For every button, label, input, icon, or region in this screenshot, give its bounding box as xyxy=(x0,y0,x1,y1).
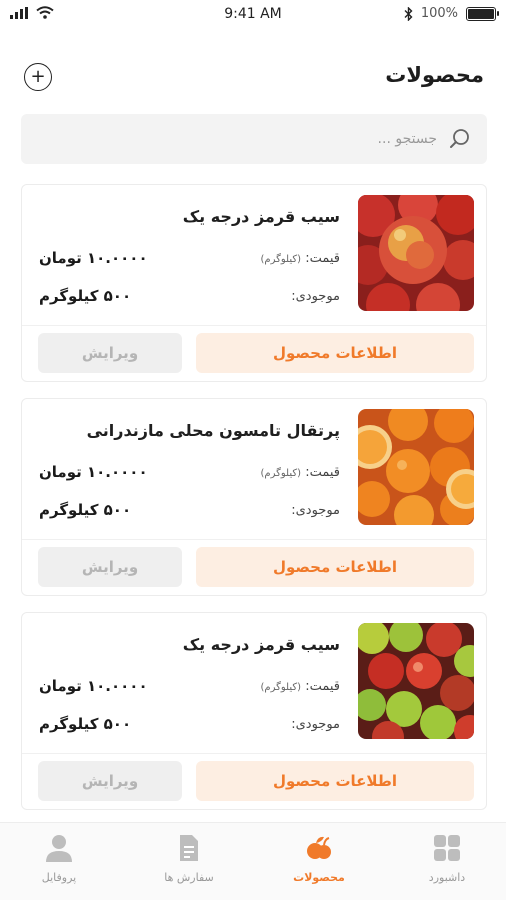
product-info-button[interactable]: اطلاعات محصول xyxy=(196,761,474,801)
bottom-nav: داشبورد محصولات سفارش ها پروفایل xyxy=(0,822,506,900)
card-divider xyxy=(22,753,486,754)
price-label: قیمت: (کیلوگرم) xyxy=(261,251,340,266)
document-icon xyxy=(180,835,198,861)
price-unit: (کیلوگرم) xyxy=(260,468,302,479)
edit-button[interactable]: ویرایش xyxy=(38,547,182,587)
card-divider xyxy=(22,325,486,326)
product-card: سیب قرمز درجه یک قیمت: (کیلوگرم) ۱۰.۰۰۰۰… xyxy=(21,612,487,810)
user-icon xyxy=(46,835,72,862)
product-info-button[interactable]: اطلاعات محصول xyxy=(196,333,474,373)
product-name: پرتقال تامسون محلی مازندرانی xyxy=(86,421,340,440)
price-value: ۱۰.۰۰۰۰ تومان xyxy=(39,249,148,267)
fruit-icon xyxy=(307,836,331,859)
stock-value: ۵۰۰ کیلوگرم xyxy=(39,287,132,305)
price-value: ۱۰.۰۰۰۰ تومان xyxy=(39,463,148,481)
stock-label: موجودی: xyxy=(291,717,340,732)
stock-value: ۵۰۰ کیلوگرم xyxy=(39,501,132,519)
price-value: ۱۰.۰۰۰۰ تومان xyxy=(39,677,148,695)
red-apples-image xyxy=(358,195,474,311)
product-info-button[interactable]: اطلاعات محصول xyxy=(196,547,474,587)
nav-label-dashboard: داشبورد xyxy=(428,871,466,884)
product-name: سیب قرمز درجه یک xyxy=(182,207,340,226)
price-label-text: قیمت: xyxy=(305,251,340,266)
price-unit: (کیلوگرم) xyxy=(260,682,302,693)
price-label-text: قیمت: xyxy=(305,465,340,480)
nav-item-products[interactable]: محصولات xyxy=(274,833,364,884)
price-unit: (کیلوگرم) xyxy=(260,254,302,265)
status-right: 100% xyxy=(404,6,499,21)
bluetooth-icon xyxy=(404,6,413,21)
header: + محصولات xyxy=(22,55,484,99)
search-bar xyxy=(21,114,487,164)
price-label: قیمت: (کیلوگرم) xyxy=(261,465,340,480)
product-card: سیب قرمز درجه یک قیمت: (کیلوگرم) ۱۰.۰۰۰۰… xyxy=(21,184,487,382)
product-name: سیب قرمز درجه یک xyxy=(182,635,340,654)
edit-button[interactable]: ویرایش xyxy=(38,761,182,801)
nav-item-orders[interactable]: سفارش ها xyxy=(144,833,234,884)
nav-label-profile: پروفایل xyxy=(41,871,77,884)
search-icon[interactable] xyxy=(449,128,471,150)
search-input[interactable] xyxy=(57,114,437,164)
price-label-text: قیمت: xyxy=(305,679,340,694)
dashboard-grid-icon xyxy=(434,835,460,861)
mixed-apples-image xyxy=(358,623,474,739)
stock-label: موجودی: xyxy=(291,503,340,518)
page-title: محصولات xyxy=(385,63,484,87)
price-label: قیمت: (کیلوگرم) xyxy=(261,679,340,694)
nav-item-profile[interactable]: پروفایل xyxy=(14,833,104,884)
status-bar: 9:41 AM 100% xyxy=(0,0,506,30)
nav-label-products: محصولات xyxy=(293,871,345,884)
product-card: پرتقال تامسون محلی مازندرانی قیمت: (کیلو… xyxy=(21,398,487,596)
plus-circle-icon[interactable]: + xyxy=(24,63,52,91)
stock-label: موجودی: xyxy=(291,289,340,304)
battery-percent: 100% xyxy=(420,6,458,21)
edit-button[interactable]: ویرایش xyxy=(38,333,182,373)
nav-label-orders: سفارش ها xyxy=(164,871,214,884)
card-divider xyxy=(22,539,486,540)
nav-item-dashboard[interactable]: داشبورد xyxy=(402,833,492,884)
stock-value: ۵۰۰ کیلوگرم xyxy=(39,715,132,733)
oranges-image xyxy=(358,409,474,525)
battery-icon xyxy=(466,6,499,21)
